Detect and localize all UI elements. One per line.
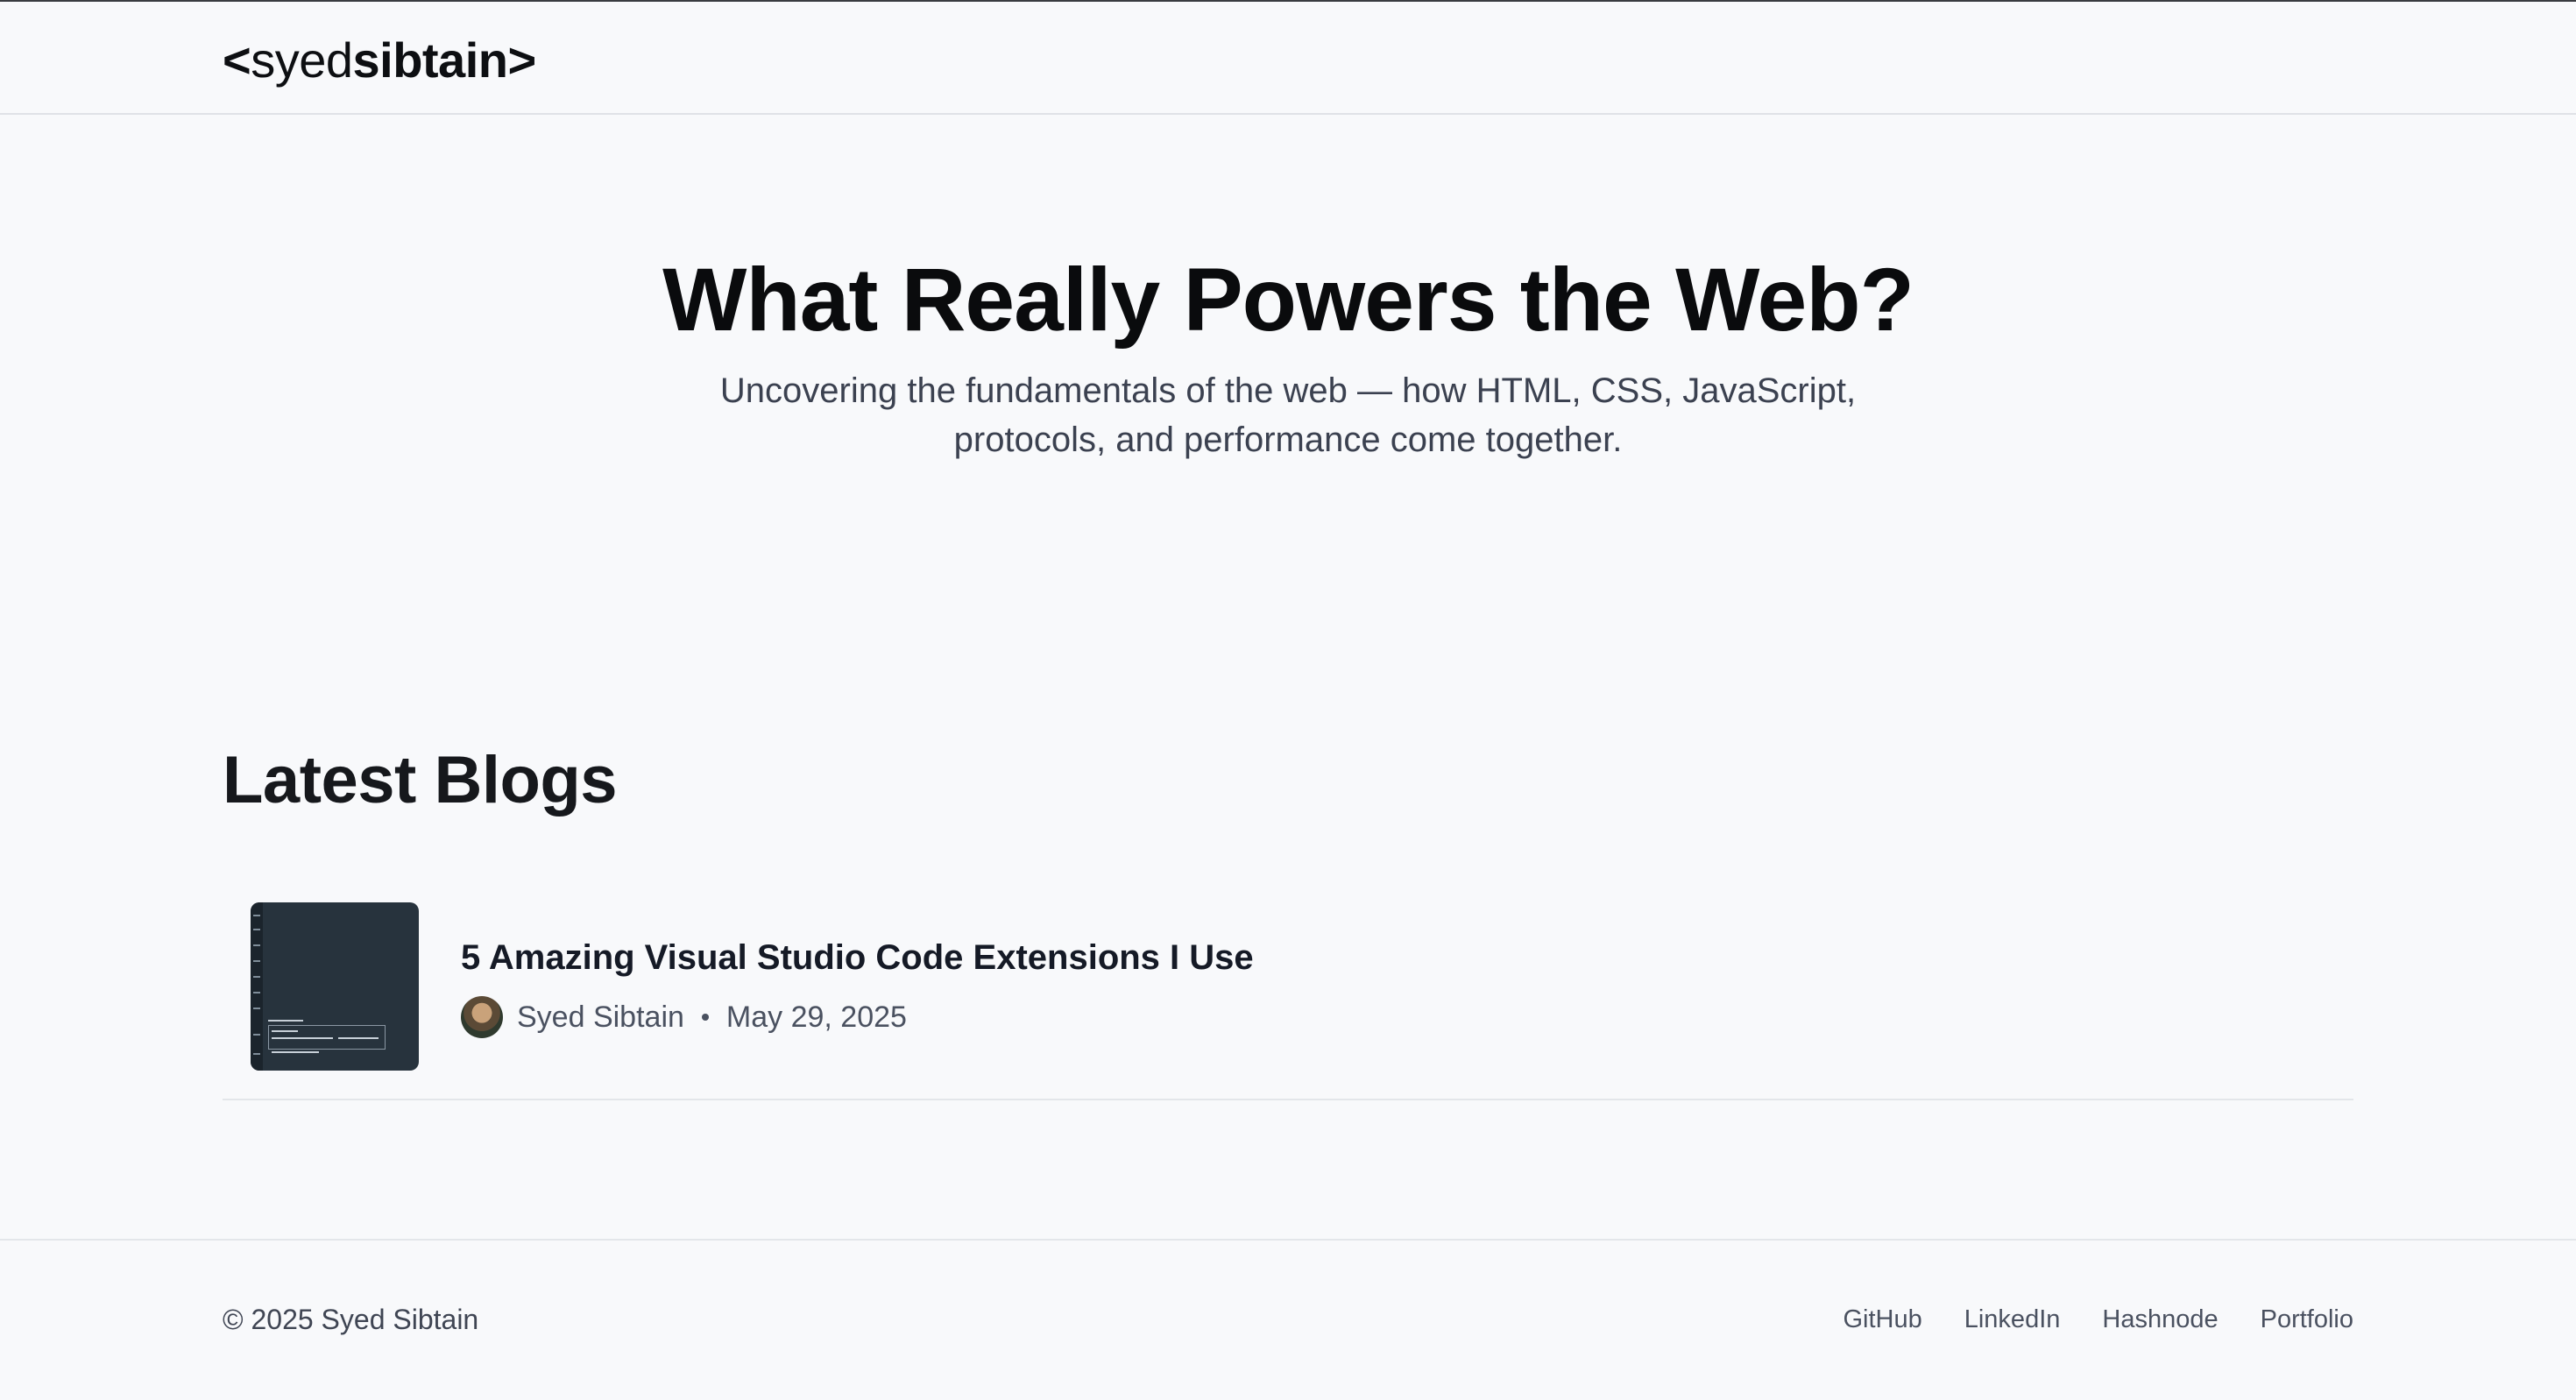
footer-link-hashnode[interactable]: Hashnode: [2102, 1304, 2218, 1335]
hero-title: What Really Powers the Web?: [662, 250, 1914, 350]
post-title[interactable]: 5 Amazing Visual Studio Code Extensions …: [461, 936, 1254, 979]
footer-copyright: © 2025 Syed Sibtain: [223, 1304, 479, 1335]
footer-link-portfolio[interactable]: Portfolio: [2261, 1304, 2353, 1335]
logo-open-bracket: <: [223, 32, 251, 88]
page: <syedsibtain> What Really Powers the Web…: [0, 0, 2576, 1400]
post-author: Syed Sibtain: [517, 1000, 684, 1034]
post-date: May 29, 2025: [725, 1000, 907, 1034]
footer-link-linkedin[interactable]: LinkedIn: [1964, 1304, 2061, 1335]
latest-blogs-heading: Latest Blogs: [223, 743, 618, 817]
hero-subtitle: Uncovering the fundamentals of the web —…: [719, 371, 1857, 459]
hero-section: What Really Powers the Web? Uncovering t…: [0, 247, 2576, 464]
site-logo[interactable]: <syedsibtain>: [223, 32, 536, 89]
post-thumbnail[interactable]: [251, 902, 419, 1071]
blog-post-item[interactable]: 5 Amazing Visual Studio Code Extensions …: [223, 887, 2353, 1100]
footer-link-github[interactable]: GitHub: [1843, 1304, 1921, 1335]
logo-close-bracket: >: [507, 32, 536, 88]
logo-first-name: syed: [251, 32, 353, 88]
site-header: <syedsibtain>: [0, 2, 2576, 115]
logo-last-name: sibtain: [352, 32, 508, 88]
post-meta: Syed Sibtain May 29, 2025: [461, 995, 907, 1039]
author-avatar: [461, 996, 503, 1038]
meta-separator-dot: [701, 1014, 709, 1021]
site-footer: © 2025 Syed Sibtain GitHub LinkedIn Hash…: [0, 1239, 2576, 1400]
footer-links: GitHub LinkedIn Hashnode Portfolio: [1843, 1304, 2353, 1335]
thumbnail-editor-gutter: [251, 902, 263, 1071]
